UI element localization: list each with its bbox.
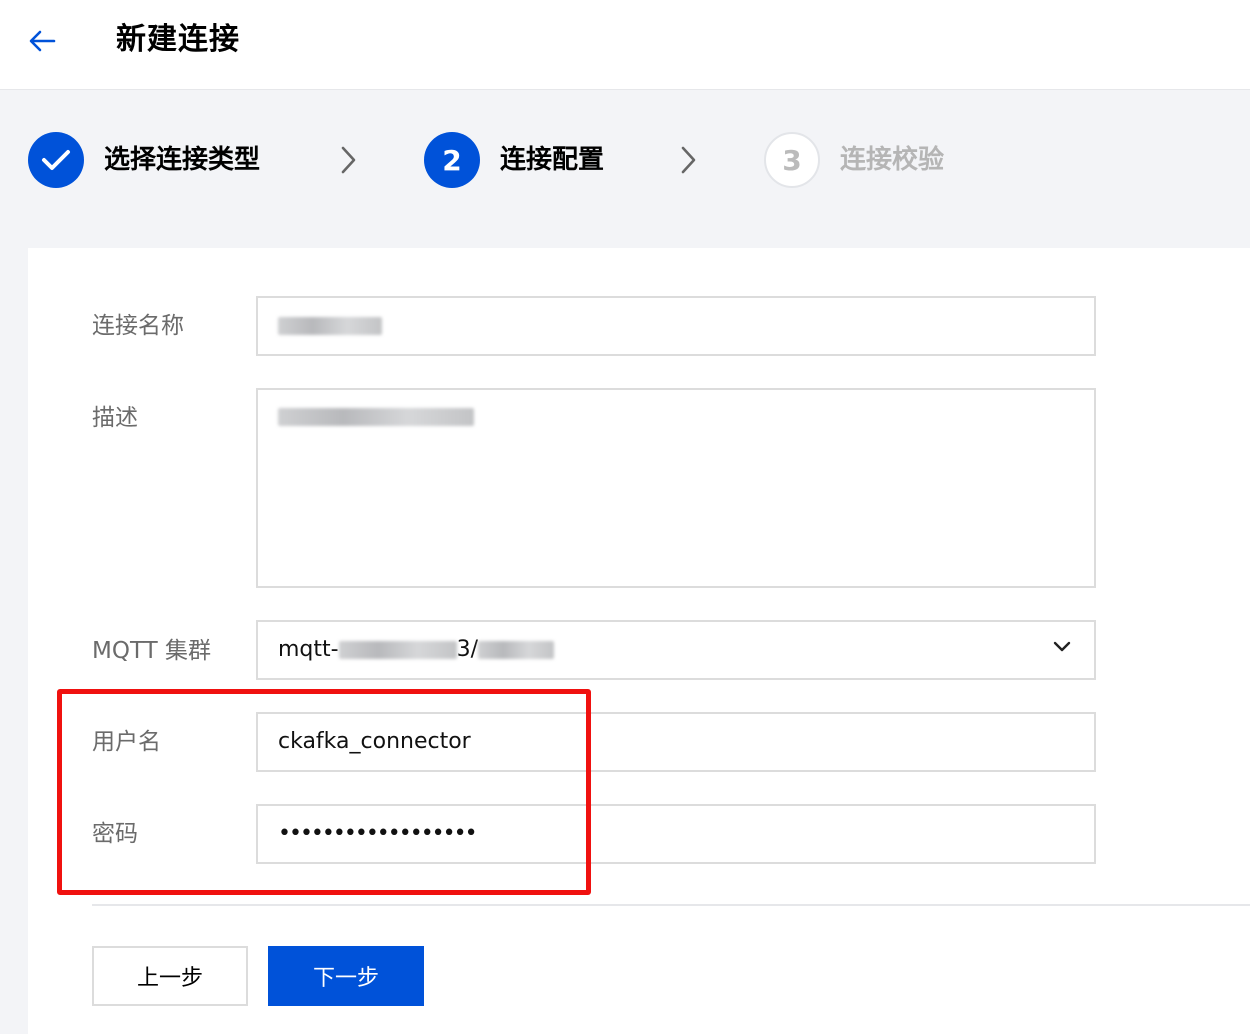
chevron-right-icon [341, 146, 356, 174]
username-label: 用户名 [92, 729, 161, 755]
back-button[interactable] [26, 26, 60, 56]
next-step-button[interactable]: 下一步 [268, 946, 424, 1006]
chevron-right-icon [681, 146, 696, 174]
connection-name-input[interactable] [256, 296, 1096, 356]
prev-step-button[interactable]: 上一步 [92, 946, 248, 1006]
divider [92, 904, 1250, 906]
redacted-text [338, 641, 457, 659]
step-1-check-icon [28, 132, 84, 188]
step-2-number: 2 [424, 132, 480, 188]
mqtt-cluster-select[interactable]: mqtt- 3/ [256, 620, 1096, 680]
username-input[interactable]: ckafka_connector [256, 712, 1096, 772]
mqtt-cluster-mid: 3/ [456, 637, 479, 662]
step-3-label: 连接校验 [840, 145, 945, 175]
mqtt-cluster-value: mqtt- 3/ [278, 635, 555, 665]
description-textarea[interactable] [256, 388, 1096, 588]
step-2-label: 连接配置 [500, 145, 605, 175]
mqtt-cluster-prefix: mqtt- [278, 637, 339, 662]
connection-name-value [278, 311, 382, 341]
mqtt-cluster-label: MQTT 集群 [92, 638, 211, 664]
redacted-text [478, 641, 555, 659]
form-card: 连接名称 描述 MQTT 集群 mqtt- 3/ 用户名 ckafka_conne… [28, 248, 1250, 1034]
arrow-left-icon [29, 30, 56, 52]
connection-name-label: 连接名称 [92, 313, 184, 339]
step-indicator: 选择连接类型 2 连接配置 3 连接校验 [0, 90, 1250, 240]
redacted-text [278, 317, 382, 335]
header-bar: 新建连接 [0, 0, 1250, 90]
password-value: •••••••••••••••••• [278, 821, 478, 846]
chevron-down-icon [1053, 641, 1071, 652]
username-value: ckafka_connector [278, 729, 471, 754]
password-label: 密码 [92, 821, 138, 847]
step-3-number: 3 [764, 132, 820, 188]
redacted-text [278, 408, 474, 426]
description-value [278, 402, 474, 432]
page-title: 新建连接 [116, 22, 240, 57]
description-label: 描述 [92, 405, 138, 431]
step-1-label: 选择连接类型 [104, 145, 261, 175]
password-input[interactable]: •••••••••••••••••• [256, 804, 1096, 864]
